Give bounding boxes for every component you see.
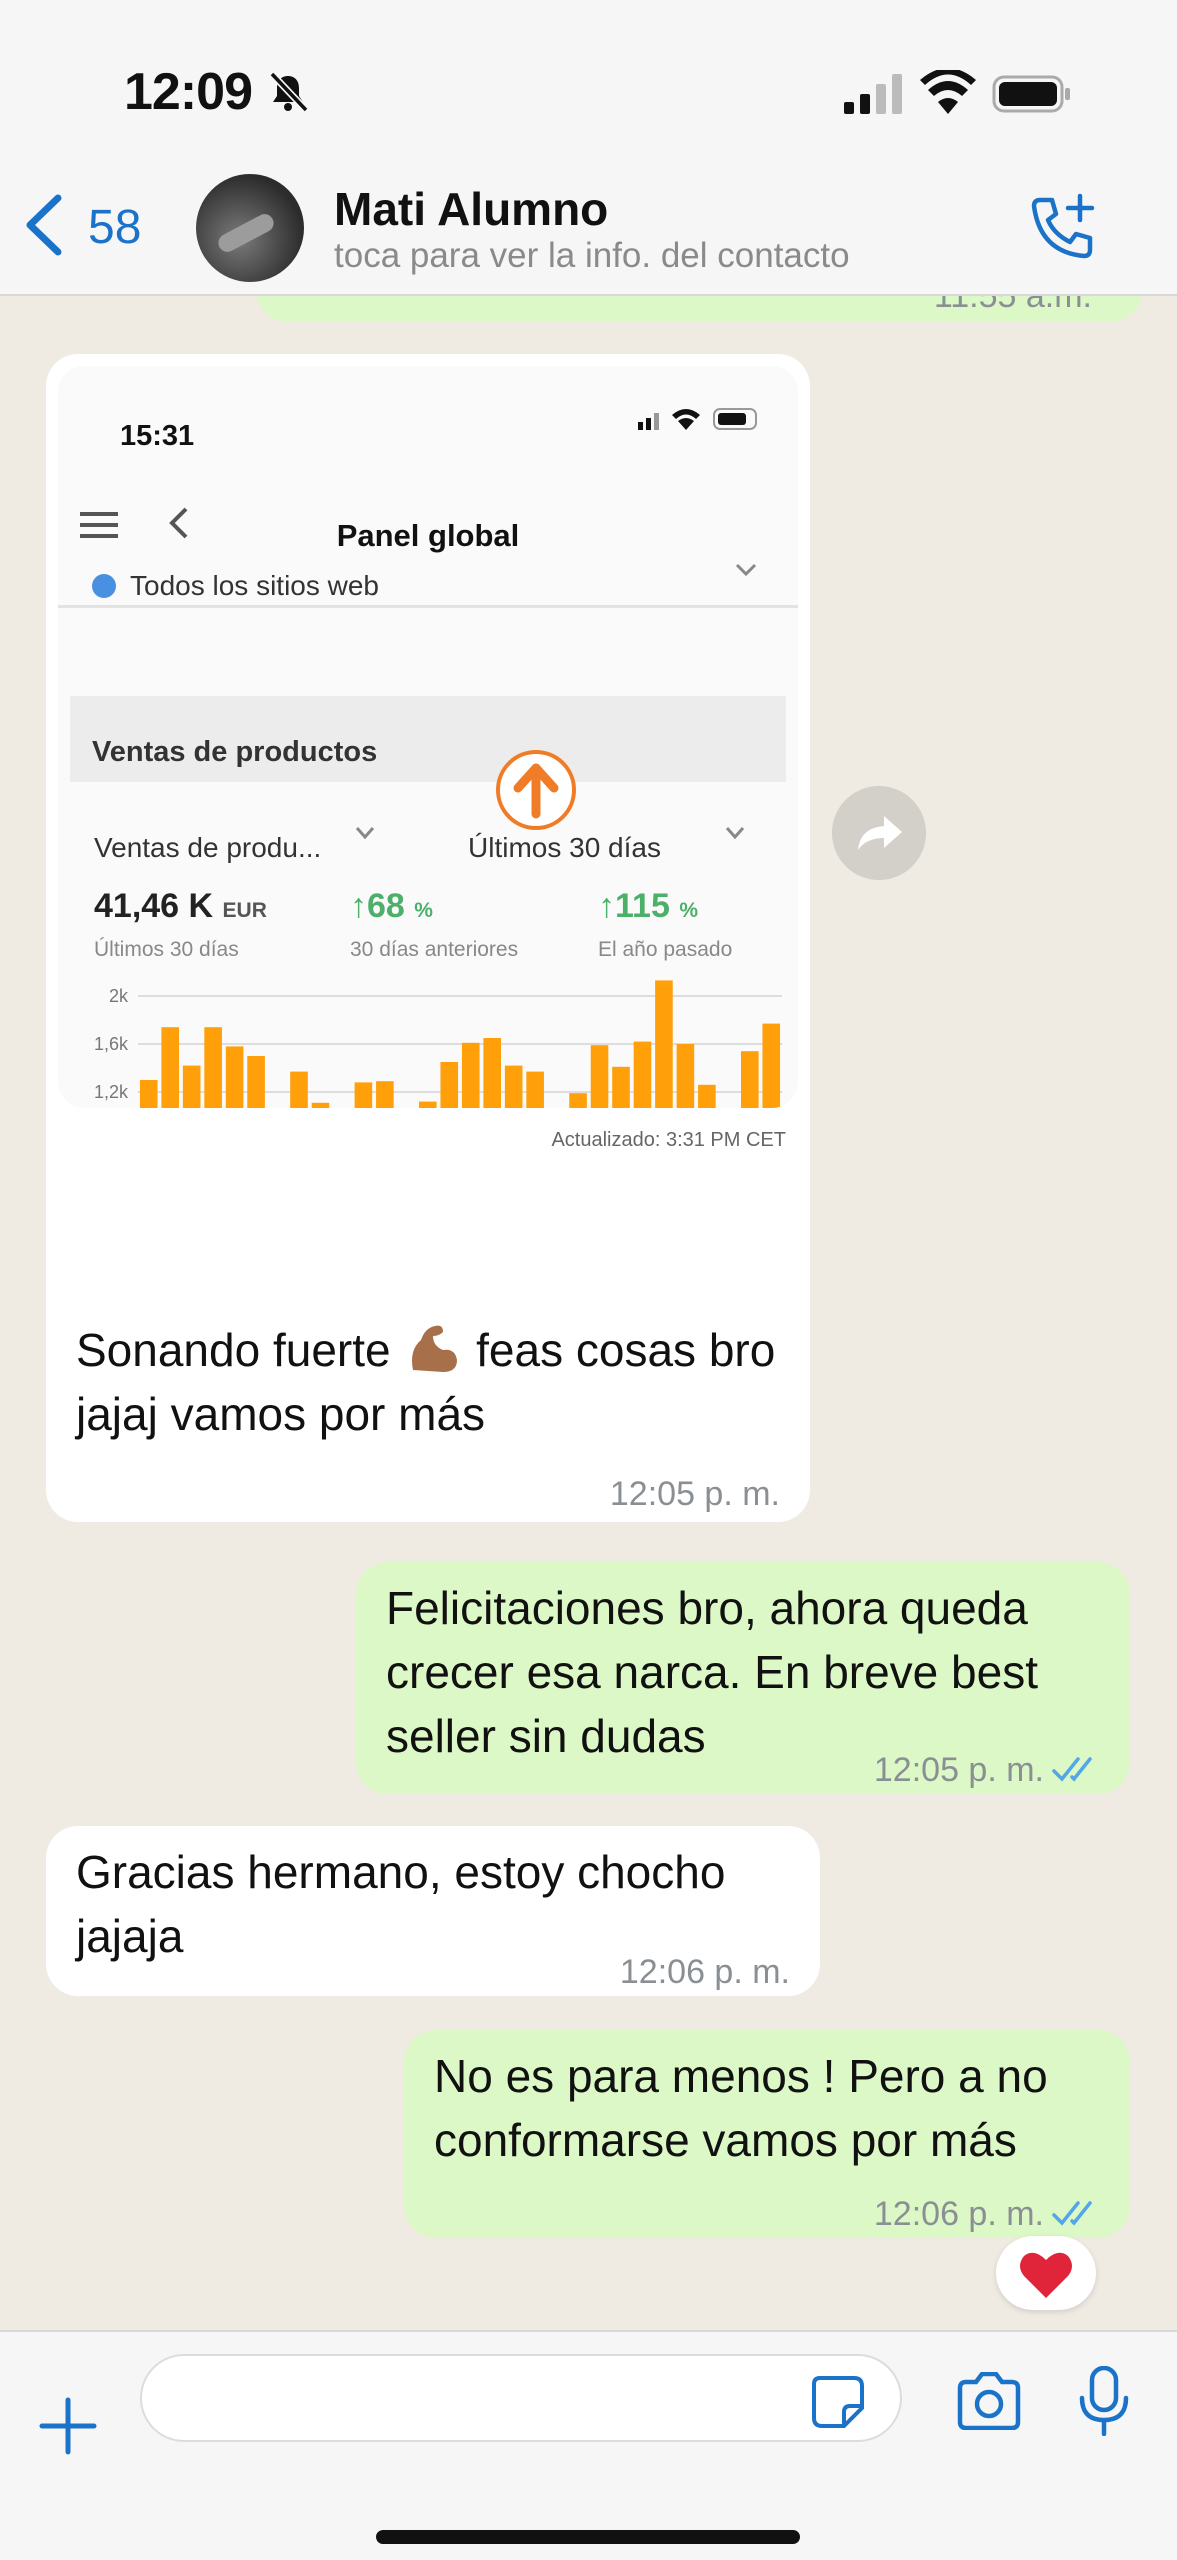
sales-bar-chart: 04008001,2k1,6k2koct 3 oct 8 oct 13 oct 18 o…	[94, 980, 782, 1108]
chart-bar	[483, 1038, 502, 1108]
contact-subtitle[interactable]: toca para ver la info. del contacto	[334, 236, 850, 276]
battery-icon	[992, 75, 1070, 113]
screenshot-status-icons	[638, 408, 757, 430]
microphone-icon[interactable]	[1076, 2366, 1132, 2436]
chat-area[interactable]: 11:55 a.m. 15:31 Panel global Todos los …	[0, 296, 1177, 2330]
chart-bar	[161, 1027, 180, 1108]
chart-bar	[698, 1084, 716, 1108]
chart-bar	[354, 1082, 373, 1108]
chart-bar	[182, 1065, 201, 1108]
message-text: No es para menos ! Pero a no conformarse…	[434, 2050, 1048, 2166]
message-bubble-outgoing[interactable]: 11:55 a.m.	[256, 296, 1142, 322]
chart-bar	[139, 1080, 158, 1108]
plus-icon[interactable]	[38, 2396, 98, 2456]
chevron-down-icon	[355, 827, 375, 840]
shared-screenshot[interactable]: 15:31 Panel global Todos los sitios web …	[58, 366, 798, 1108]
chart-bar	[740, 1051, 759, 1108]
chevron-down-icon	[735, 563, 757, 577]
message-input[interactable]	[140, 2354, 902, 2442]
home-indicator	[376, 2530, 800, 2544]
heart-reaction[interactable]	[996, 2236, 1096, 2310]
chat-header: 58 Mati Alumno toca para ver la info. de…	[0, 170, 1177, 296]
chart-bar	[569, 1093, 587, 1108]
heart-icon	[1020, 2252, 1072, 2298]
y-tick-label: 2k	[109, 986, 129, 1006]
section-title: Ventas de productos	[92, 736, 378, 768]
cellular-signal-icon	[844, 74, 902, 114]
updated-label: Actualizado: 3:31 PM CET	[551, 1129, 786, 1151]
message-bubble-outgoing[interactable]: No es para menos ! Pero a no conformarse…	[404, 2030, 1130, 2238]
chart-bar	[247, 1056, 265, 1108]
scroll-up-arrow-icon	[496, 750, 576, 830]
sites-label: Todos los sitios web	[130, 570, 380, 601]
composer-bar	[0, 2330, 1177, 2560]
chart-bar	[612, 1066, 630, 1108]
chart-bar	[633, 1041, 652, 1108]
message-time: 11:55 a.m.	[933, 296, 1092, 315]
message-meta: 12:05 p. m.	[874, 1738, 1100, 1802]
forward-icon[interactable]	[832, 786, 926, 880]
add-call-icon[interactable]	[1026, 192, 1098, 264]
unread-count[interactable]: 58	[88, 200, 141, 255]
image-message-bubble[interactable]: 15:31 Panel global Todos los sitios web …	[46, 354, 810, 1522]
y-tick-label: 1,2k	[94, 1082, 129, 1102]
chart-bar	[461, 1042, 480, 1108]
chart-bar	[440, 1062, 459, 1108]
wifi-icon	[920, 70, 976, 114]
status-time: 12:09	[124, 63, 253, 121]
chart-bar	[762, 1023, 781, 1108]
chart-bar	[204, 1027, 222, 1108]
message-time: 12:05 p. m.	[609, 1475, 780, 1513]
chart-bar	[526, 1071, 544, 1108]
sites-selector: Todos los sitios web	[92, 554, 379, 618]
chart-bar	[290, 1071, 308, 1108]
chevron-down-icon	[725, 827, 745, 840]
flexed-biceps-emoji-icon	[412, 1325, 458, 1372]
chart-bar	[504, 1065, 523, 1108]
read-receipt-icon	[1052, 1757, 1092, 1782]
chart-bar	[655, 980, 673, 1108]
back-chevron-icon[interactable]	[22, 194, 66, 256]
bell-muted-icon	[269, 71, 309, 113]
camera-icon[interactable]	[954, 2372, 1024, 2430]
metric-dropdown: Ventas de produ...	[94, 832, 322, 863]
status-bar: 12:09	[0, 0, 1177, 170]
image-caption: Sonando fuerte feas cosas bro jajaj vamo…	[76, 1318, 796, 1446]
avatar[interactable]	[196, 174, 304, 282]
contact-name[interactable]: Mati Alumno	[334, 182, 608, 236]
message-bubble-incoming[interactable]: Gracias hermano, estoy chocho jajaja 12:…	[46, 1826, 820, 1996]
message-time: 12:06 p. m.	[619, 1953, 790, 1991]
y-tick-label: 1,6k	[94, 1034, 129, 1054]
chart-bar	[225, 1046, 244, 1108]
globe-icon	[92, 574, 116, 598]
message-bubble-outgoing[interactable]: Felicitaciones bro, ahora queda crecer e…	[356, 1562, 1130, 1794]
screenshot-time: 15:31	[120, 420, 195, 452]
chart-bar	[676, 1044, 695, 1108]
chart-bar	[376, 1081, 394, 1108]
chart-bar	[590, 1045, 609, 1108]
read-receipt-icon	[1052, 2201, 1092, 2226]
sticker-icon[interactable]	[810, 2374, 866, 2430]
section-header: Ventas de productos	[70, 696, 786, 782]
